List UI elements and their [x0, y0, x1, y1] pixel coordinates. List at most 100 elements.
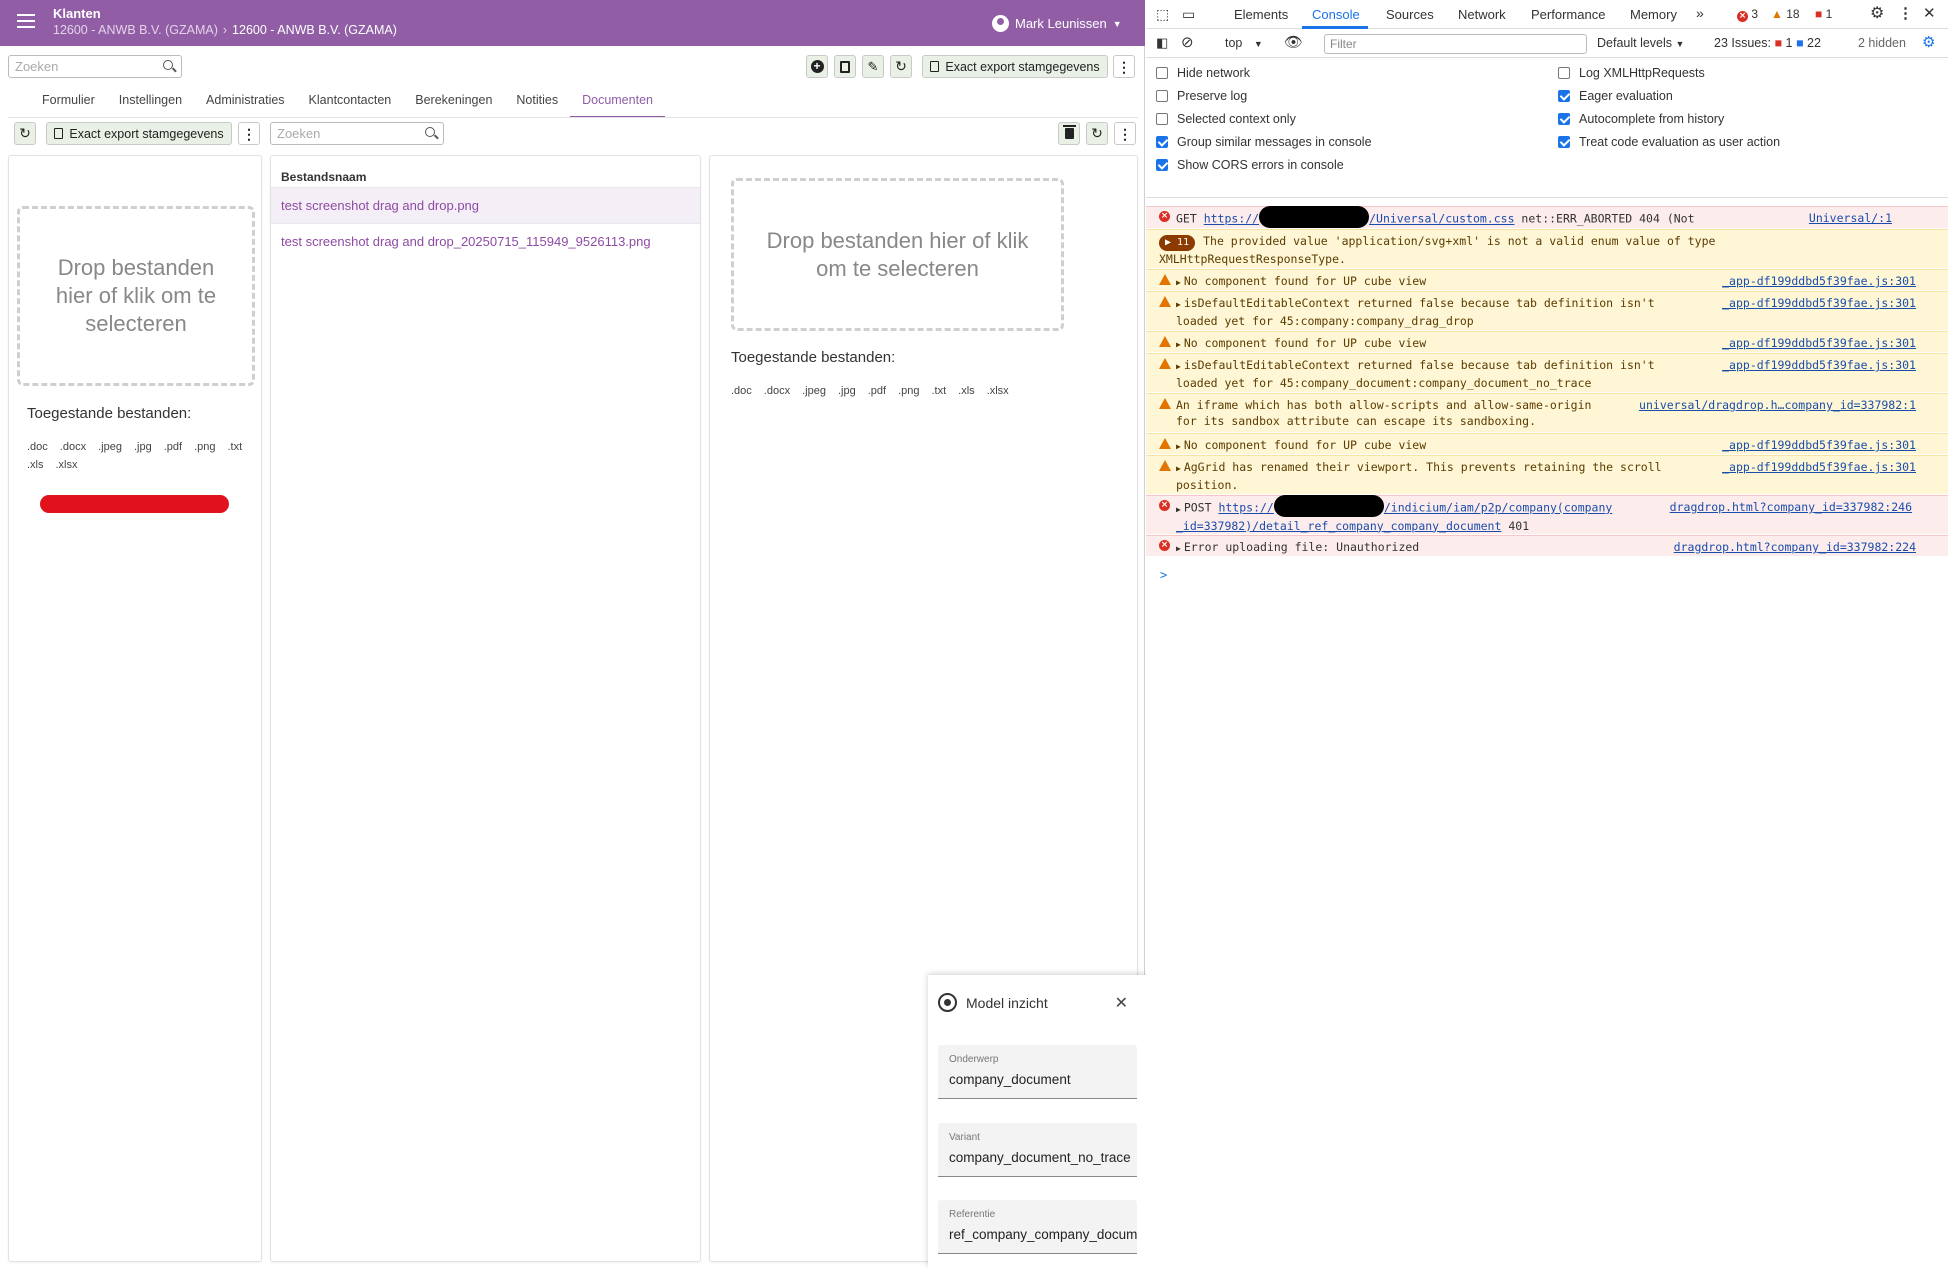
console-message[interactable]: ▶ 11 The provided value 'application/svg+… — [1146, 229, 1948, 268]
expand-icon[interactable]: ▶ — [1176, 300, 1181, 309]
inspect-icon[interactable]: ⬚ — [1156, 6, 1169, 23]
expand-icon[interactable]: ▶ — [1176, 442, 1181, 451]
filter-input[interactable]: Filter — [1324, 34, 1587, 54]
console-message[interactable]: ▶ No component found for UP cube view _ap… — [1146, 331, 1948, 352]
menu-icon[interactable] — [17, 14, 35, 28]
url-link[interactable]: /Universal/custom.css — [1369, 212, 1514, 226]
source-link[interactable]: dragdrop.html?company_id=337982:246 — [1670, 499, 1912, 515]
url-link[interactable]: https:// — [1204, 212, 1259, 226]
console-message[interactable]: × GET https:///Universal/custom.css net:… — [1146, 206, 1948, 243]
checkbox[interactable] — [1156, 159, 1168, 171]
close-icon[interactable]: ✕ — [1923, 4, 1936, 22]
setting-show-cors[interactable]: Show CORS errors in console — [1156, 158, 1344, 172]
grid-search-input[interactable]: Zoeken — [270, 122, 444, 145]
tab-instellingen[interactable]: Instellingen — [107, 88, 194, 118]
console-message[interactable]: × ▶ Error uploading file: Unauthorized dr… — [1146, 535, 1948, 556]
expand-icon[interactable]: ▶ — [1176, 505, 1181, 514]
tab-sources[interactable]: Sources — [1386, 7, 1434, 22]
setting-selected-context[interactable]: Selected context only — [1156, 112, 1296, 126]
settings-icon[interactable]: ⚙ — [1870, 3, 1884, 23]
checkbox[interactable] — [1558, 136, 1570, 148]
table-row[interactable]: test screenshot drag and drop_20250715_1… — [271, 224, 700, 259]
issue-counter[interactable]: ■ 1 — [1815, 7, 1832, 21]
export-button[interactable]: Exact export stamgegevens — [922, 55, 1108, 78]
checkbox[interactable] — [1156, 67, 1168, 79]
setting-autocomplete[interactable]: Autocomplete from history — [1558, 112, 1724, 126]
sidebar-toggle-icon[interactable]: ◧ — [1156, 35, 1168, 51]
context-selector[interactable]: top ▼ — [1225, 36, 1263, 50]
expand-icon[interactable]: ▶ — [1176, 464, 1181, 473]
referentie-field[interactable]: Referentie ref_company_company_document — [938, 1200, 1137, 1254]
more-button[interactable]: ⋮ — [1113, 55, 1135, 78]
column-header-bestandsnaam[interactable]: Bestandsnaam — [281, 170, 366, 184]
tab-memory[interactable]: Memory — [1630, 7, 1677, 22]
refresh-button[interactable]: ↻ — [1086, 122, 1108, 145]
setting-hide-network[interactable]: Hide network — [1156, 66, 1250, 80]
source-link[interactable]: _app-df199ddbd5f39fae.js:301 — [1722, 273, 1916, 289]
checkbox[interactable] — [1156, 136, 1168, 148]
close-icon[interactable]: ✕ — [1115, 993, 1128, 1013]
table-row[interactable]: test screenshot drag and drop.png — [271, 188, 700, 223]
source-link[interactable]: Universal/:1 — [1809, 210, 1892, 226]
setting-treat-user-action[interactable]: Treat code evaluation as user action — [1558, 135, 1780, 149]
more-vert-icon[interactable]: ⋮ — [1898, 4, 1913, 22]
source-link[interactable]: _app-df199ddbd5f39fae.js:301 — [1722, 295, 1916, 311]
setting-group-similar[interactable]: Group similar messages in console — [1156, 135, 1372, 149]
copy-button[interactable] — [834, 55, 856, 78]
expand-icon[interactable]: ▶ — [1176, 340, 1181, 349]
onderwerp-field[interactable]: Onderwerp company_document — [938, 1045, 1137, 1099]
tab-administraties[interactable]: Administraties — [194, 88, 297, 118]
tab-documenten[interactable]: Documenten — [570, 88, 665, 118]
source-link[interactable]: dragdrop.html?company_id=337982:224 — [1674, 539, 1916, 555]
add-button[interactable]: + — [806, 55, 828, 78]
more-button[interactable]: ⋮ — [238, 122, 260, 145]
file-name[interactable]: test screenshot drag and drop_20250715_1… — [281, 234, 651, 249]
console-message[interactable]: ▶ AgGrid has renamed their viewport. This… — [1146, 455, 1948, 494]
user-menu[interactable]: Mark Leunissen ▼ — [992, 15, 1122, 32]
clear-console-icon[interactable]: ⊘ — [1181, 33, 1194, 51]
device-toggle-icon[interactable]: ▭ — [1182, 6, 1195, 23]
tab-notities[interactable]: Notities — [504, 88, 570, 118]
console-message[interactable]: ▶ isDefaultEditableContext returned false… — [1146, 353, 1948, 392]
expand-icon[interactable]: ▶ — [1176, 278, 1181, 287]
expand-icon[interactable]: ▶ — [1176, 544, 1181, 553]
source-link[interactable]: _app-df199ddbd5f39fae.js:301 — [1722, 459, 1916, 475]
more-button[interactable]: ⋮ — [1114, 122, 1136, 145]
dropzone[interactable]: Drop bestanden hier of klik om te select… — [731, 178, 1064, 331]
warning-counter[interactable]: ▲ 18 — [1771, 7, 1800, 21]
export-button-secondary[interactable]: Exact export stamgegevens — [46, 122, 232, 145]
file-name[interactable]: test screenshot drag and drop.png — [281, 198, 479, 213]
console-message[interactable]: ▶ No component found for UP cube view _ap… — [1146, 433, 1948, 454]
checkbox[interactable] — [1558, 90, 1570, 102]
refresh-button[interactable]: ↻ — [890, 55, 912, 78]
edit-button[interactable]: ✎ — [862, 55, 884, 78]
tab-formulier[interactable]: Formulier — [30, 88, 107, 118]
breadcrumb-parent[interactable]: 12600 - ANWB B.V. (GZAMA) — [53, 23, 218, 37]
source-link[interactable]: _app-df199ddbd5f39fae.js:301 — [1722, 357, 1916, 373]
more-tabs-icon[interactable]: » — [1696, 5, 1704, 21]
setting-eager-eval[interactable]: Eager evaluation — [1558, 89, 1673, 103]
variant-field[interactable]: Variant company_document_no_trace — [938, 1123, 1137, 1177]
checkbox[interactable] — [1558, 67, 1570, 79]
source-link[interactable]: universal/dragdrop.h…company_id=337982:1 — [1639, 397, 1916, 413]
tab-network[interactable]: Network — [1458, 7, 1506, 22]
url-link[interactable]: /indicium/iam/p2p/company(company — [1384, 501, 1612, 515]
console-message[interactable]: ▶ isDefaultEditableContext returned false… — [1146, 291, 1948, 330]
url-link[interactable]: https:// — [1218, 501, 1273, 515]
tab-console[interactable]: Console — [1312, 7, 1360, 22]
dropzone[interactable]: Drop bestanden hier of klik om te select… — [17, 206, 255, 386]
issues-button[interactable]: 23 Issues: ■ 1 ■ 22 — [1714, 36, 1821, 50]
checkbox[interactable] — [1558, 113, 1570, 125]
setting-preserve-log[interactable]: Preserve log — [1156, 89, 1247, 103]
source-link[interactable]: _app-df199ddbd5f39fae.js:301 — [1722, 437, 1916, 453]
setting-log-xhr[interactable]: Log XMLHttpRequests — [1558, 66, 1705, 80]
refresh-button[interactable]: ↻ — [14, 122, 36, 145]
console-message[interactable]: ▶ No component found for UP cube view _ap… — [1146, 269, 1948, 290]
console-message[interactable]: An iframe which has both allow-scripts a… — [1146, 393, 1948, 432]
tab-klantcontacten[interactable]: Klantcontacten — [297, 88, 404, 118]
expand-icon[interactable]: ▶ — [1176, 362, 1181, 371]
url-link[interactable]: _id=337982)/detail_ref_company_company_d… — [1176, 519, 1501, 533]
tab-berekeningen[interactable]: Berekeningen — [403, 88, 504, 118]
log-levels-dropdown[interactable]: Default levels ▼ — [1597, 36, 1684, 50]
tab-performance[interactable]: Performance — [1531, 7, 1605, 22]
